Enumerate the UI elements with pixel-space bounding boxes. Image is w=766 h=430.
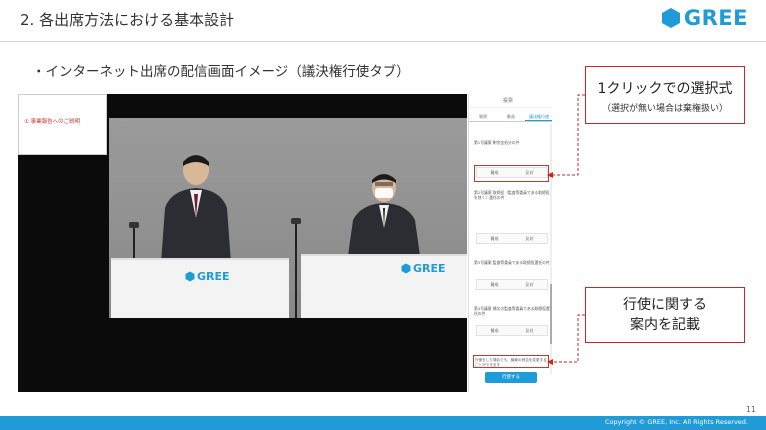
voting-panel: 投票 質問 動画 議決権行使 第1号議案 剰余金処分の件 賛成 反対 第2号議案… <box>468 94 552 392</box>
agenda-item-4: 第4号議案 補欠の監査等委員である取締役選任の件 賛成 反対 <box>474 306 550 336</box>
podium-logo-left: GREE <box>185 270 230 283</box>
podium-logo-text: GREE <box>197 270 230 283</box>
highlight-notice <box>473 355 549 368</box>
gree-logo: GREE <box>661 6 748 30</box>
gree-hexagon-icon <box>185 271 195 282</box>
callout-guidance: 行使に関する 案内を記載 <box>585 287 745 343</box>
tab-questions[interactable]: 質問 <box>469 112 497 121</box>
agenda-item-3: 第3号議案 監査等委員である取締役選任の件 賛成 反対 <box>474 260 550 290</box>
gree-hexagon-icon <box>401 263 411 274</box>
podium-left: GREE <box>111 258 289 318</box>
mic-left <box>129 222 139 228</box>
agenda-item-text: 第2号議案 取締役（監査等委員である取締役を除く）選任の件 <box>474 190 550 200</box>
agenda-item-text: 第1号議案 剰余金処分の件 <box>474 140 520 145</box>
mic-stand-center <box>295 222 297 318</box>
vote-buttons: 賛成 反対 <box>476 279 548 290</box>
vote-buttons: 賛成 反対 <box>476 233 548 244</box>
gree-hexagon-icon <box>661 8 680 28</box>
oppose-button[interactable]: 反対 <box>526 328 534 334</box>
voting-panel-header: 投票 <box>469 94 552 108</box>
copyright-text: Copyright © GREE, Inc. All Rights Reserv… <box>604 418 748 426</box>
page-number: 11 <box>745 405 756 414</box>
callout-guidance-line1: 行使に関する <box>623 297 707 313</box>
callout-one-click-main: 1クリックでの選択式 <box>597 81 733 97</box>
agenda-banner: ① 事業報告へのご説明 <box>18 94 107 155</box>
callout-one-click-sub: （選択が無い場合は棄権扱い） <box>601 104 728 114</box>
footer-bar: Copyright © GREE, Inc. All Rights Reserv… <box>0 416 766 430</box>
oppose-button[interactable]: 反対 <box>526 236 534 242</box>
tab-video[interactable]: 動画 <box>497 112 525 121</box>
approve-button[interactable]: 賛成 <box>491 236 499 242</box>
agenda-item-2: 第2号議案 取締役（監査等委員である取締役を除く）選任の件 賛成 反対 <box>474 190 550 244</box>
logo-text: GREE <box>683 6 748 30</box>
presenter-right <box>347 174 421 263</box>
vote-buttons: 賛成 反対 <box>476 325 548 336</box>
voting-tabs: 質問 動画 議決権行使 <box>469 112 552 122</box>
callout-one-click: 1クリックでの選択式 （選択が無い場合は棄権扱い） <box>585 66 745 124</box>
slide-header: 2. 各出席方法における基本設計 GREE <box>0 0 766 42</box>
streaming-video[interactable]: ① 事業報告へのご説明 GREE GREE <box>18 94 467 392</box>
slide-subtitle: ・インターネット出席の配信画面イメージ（議決権行使タブ） <box>32 64 410 80</box>
agenda-item-text: 第3号議案 監査等委員である取締役選任の件 <box>474 260 550 265</box>
mic-center <box>291 218 301 224</box>
stage-scene: GREE GREE <box>109 118 467 318</box>
podium-logo-text: GREE <box>413 262 446 275</box>
agenda-banner-text: ① 事業報告へのご説明 <box>24 119 81 125</box>
oppose-button[interactable]: 反対 <box>526 282 534 288</box>
approve-button[interactable]: 賛成 <box>491 282 499 288</box>
agenda-item-1: 第1号議案 剰余金処分の件 賛成 反対 <box>474 140 550 178</box>
podium-right: GREE <box>301 254 467 318</box>
podium-logo-right: GREE <box>401 262 446 275</box>
voting-scrollbar[interactable] <box>550 124 552 374</box>
highlight-vote-buttons <box>474 165 549 182</box>
presenter-left <box>161 155 231 263</box>
tab-voting[interactable]: 議決権行使 <box>525 112 552 121</box>
approve-button[interactable]: 賛成 <box>491 328 499 334</box>
callout-guidance-line2: 案内を記載 <box>630 317 700 333</box>
slide-title: 2. 各出席方法における基本設計 <box>20 11 235 29</box>
scroll-thumb[interactable] <box>550 284 552 344</box>
voting-panel-title: 投票 <box>503 98 514 104</box>
submit-vote-button[interactable]: 行使する <box>485 372 537 383</box>
agenda-item-text: 第4号議案 補欠の監査等委員である取締役選任の件 <box>474 306 550 316</box>
